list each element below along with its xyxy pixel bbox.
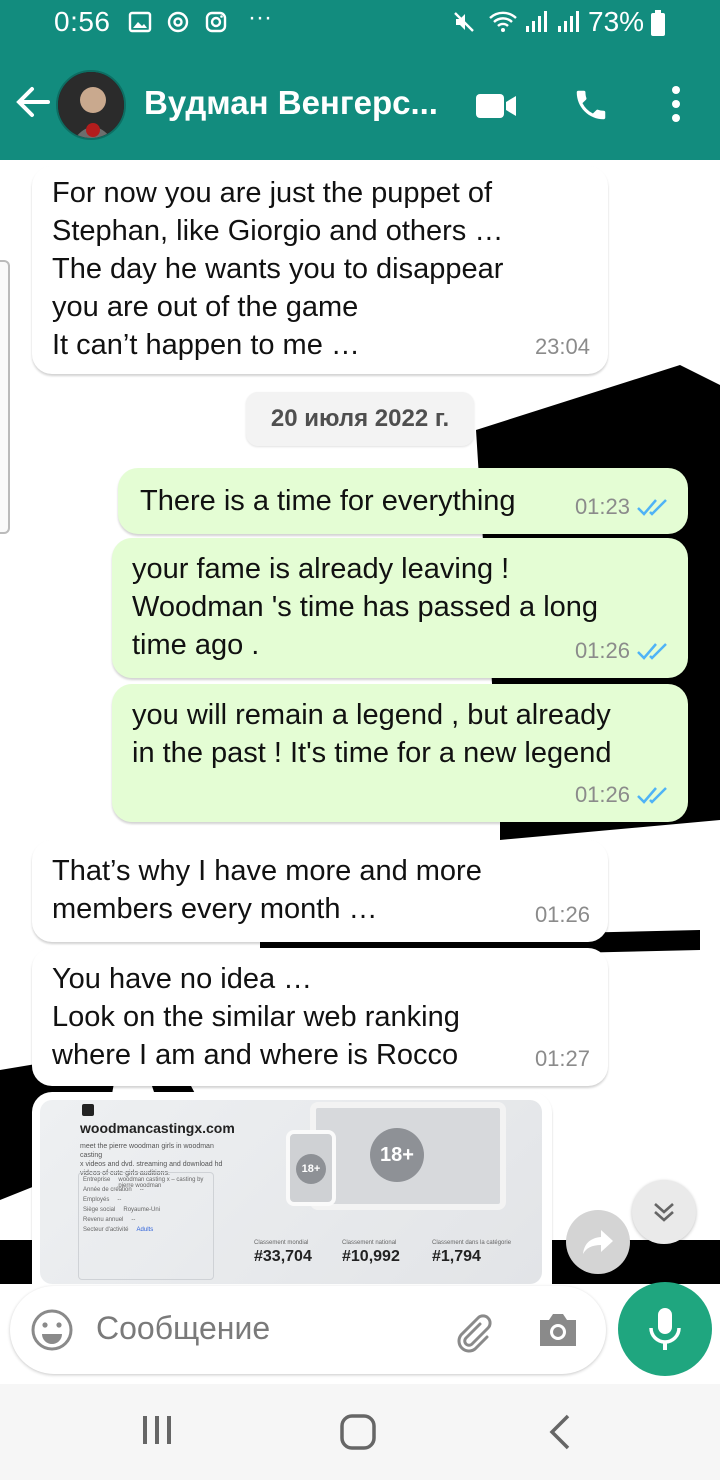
message-meta: 01:26 [575, 632, 670, 670]
stat-value: #10,992 [342, 1248, 400, 1265]
message-bubble-outgoing[interactable]: your fame is already leaving ! Woodman '… [112, 538, 688, 678]
emoji-icon[interactable] [30, 1308, 74, 1352]
table-value: Adults [136, 1227, 154, 1233]
message-bubble-outgoing[interactable]: There is a time for everything 01:23 [118, 468, 688, 534]
stat-value: #33,704 [254, 1248, 312, 1265]
sync-icon [167, 11, 189, 33]
contact-name[interactable]: Вудман Венгерс... [144, 84, 444, 122]
image-message[interactable]: woodmancastingx.com meet the pierre wood… [32, 1092, 552, 1284]
message-text: For now you are just the puppet of Steph… [52, 177, 504, 361]
message-meta: 01:23 [575, 488, 670, 526]
signal-icon-2 [558, 11, 579, 32]
forward-button[interactable] [566, 1210, 630, 1274]
table-row: Secteur d'activité Adults [83, 1227, 209, 1237]
gallery-icon [128, 11, 152, 33]
chat-header: Вудман Венгерс... [0, 56, 720, 156]
battery-percent: 73% [588, 6, 645, 37]
read-ticks-icon [637, 643, 667, 660]
message-text: you will remain a legend , but already i… [132, 699, 612, 769]
table-key: Année de création [83, 1187, 132, 1193]
message-text: You have no idea … Look on the similar w… [52, 963, 460, 1071]
voice-message-button[interactable] [618, 1282, 712, 1376]
table-key: Revenu annuel [83, 1217, 124, 1223]
message-time: 01:27 [534, 1046, 590, 1071]
top-bar: 0:56 ··· 73% Вудман Венгерс... [0, 0, 720, 160]
status-time: 0:56 [54, 6, 111, 37]
status-more: ··· [248, 4, 272, 31]
stat-label: Classement dans la catégorie [432, 1240, 512, 1246]
table-row: Siège social Royaume-Uni [83, 1207, 209, 1217]
camera-icon[interactable] [536, 1310, 580, 1350]
double-chevron-down-icon [654, 1203, 674, 1222]
battery-icon [651, 10, 665, 36]
message-meta: 01:27 [535, 1040, 590, 1078]
voice-call-icon[interactable] [572, 86, 610, 124]
message-time: 01:26 [574, 782, 630, 807]
mute-icon [454, 12, 474, 32]
forward-icon [583, 1230, 613, 1254]
stat-value: #1,794 [432, 1248, 481, 1265]
side-panel-edge [0, 260, 10, 534]
message-bubble-incoming[interactable]: You have no idea … Look on the similar w… [32, 948, 608, 1086]
message-bubble-incoming[interactable]: That’s why I have more and more members … [32, 840, 608, 942]
stat-label: Classement mondial [254, 1240, 309, 1246]
read-ticks-icon [637, 499, 667, 516]
back-arrow-icon[interactable] [12, 82, 52, 122]
read-ticks-icon [637, 787, 667, 804]
table-key: Employés [83, 1197, 110, 1203]
message-time: 01:26 [534, 902, 590, 927]
composer: Сообщение [0, 1282, 720, 1384]
table-key: Siège social [83, 1207, 116, 1213]
more-options-icon[interactable] [666, 84, 686, 124]
preview-site: woodmancastingx.com [80, 1120, 235, 1136]
website-screenshot[interactable]: woodmancastingx.com meet the pierre wood… [40, 1100, 542, 1284]
table-row: Employés -- [83, 1197, 209, 1207]
preview-info-table: Entreprise woodman casting x – casting by… [78, 1172, 214, 1280]
message-meta: 01:26 [575, 776, 670, 814]
message-placeholder: Сообщение [96, 1310, 271, 1346]
message-text: That’s why I have more and more members … [52, 855, 482, 925]
scroll-to-bottom-button[interactable] [632, 1180, 696, 1244]
message-time: 23:04 [534, 334, 590, 359]
message-bubble-outgoing[interactable]: you will remain a legend , but already i… [112, 684, 688, 822]
back-nav-icon[interactable] [546, 1412, 576, 1452]
message-time: 01:26 [574, 638, 630, 663]
table-key: Secteur d'activité [83, 1227, 129, 1233]
message-time: 01:23 [574, 494, 630, 519]
instagram-icon [205, 11, 227, 33]
home-icon[interactable] [338, 1412, 378, 1452]
table-key: Entreprise [83, 1177, 111, 1183]
system-nav-bar [0, 1384, 720, 1480]
status-bar: 0:56 ··· 73% [0, 0, 720, 50]
date-separator: 20 июля 2022 г. [246, 392, 474, 446]
message-meta: 01:26 [535, 896, 590, 934]
table-value: -- [139, 1187, 144, 1193]
table-value: -- [131, 1217, 136, 1223]
message-bubble-incoming[interactable]: For now you are just the puppet of Steph… [32, 166, 608, 374]
recent-apps-icon[interactable] [140, 1412, 174, 1448]
contact-avatar[interactable] [56, 70, 126, 140]
attach-icon[interactable] [450, 1310, 494, 1354]
adult-badge: 18+ [370, 1128, 424, 1182]
message-input[interactable]: Сообщение [10, 1286, 606, 1374]
table-value: Royaume-Uni [123, 1207, 161, 1213]
message-meta: 23:04 [535, 328, 590, 366]
table-value: -- [117, 1197, 122, 1203]
table-row: Entreprise woodman casting x – casting by… [83, 1177, 209, 1189]
table-value: woodman casting x – casting by pierre wo… [118, 1177, 204, 1189]
video-call-icon[interactable] [474, 90, 518, 122]
table-row: Revenu annuel -- [83, 1217, 209, 1227]
chat-area[interactable]: For now you are just the puppet of Steph… [0, 160, 720, 1284]
signal-icon-1 [526, 11, 547, 32]
wifi-icon [489, 11, 517, 32]
microphone-icon [649, 1308, 681, 1350]
site-favicon [82, 1104, 94, 1116]
stat-label: Classement national [342, 1240, 397, 1246]
adult-badge-small: 18+ [296, 1154, 326, 1184]
